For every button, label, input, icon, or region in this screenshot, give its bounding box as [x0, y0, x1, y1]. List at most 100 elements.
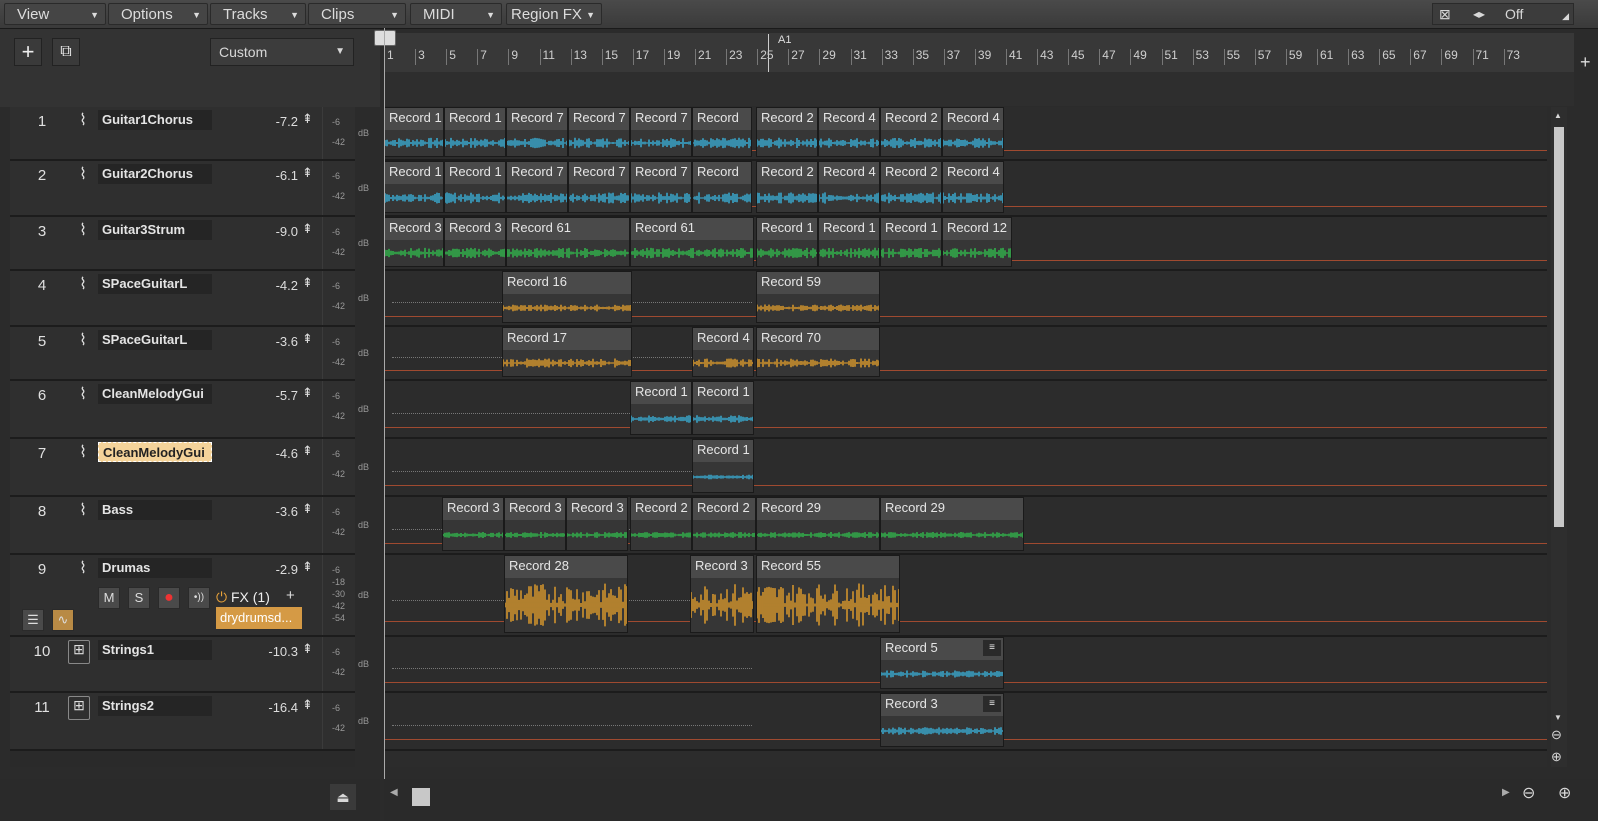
- mute-button[interactable]: M: [98, 587, 120, 609]
- audio-clip[interactable]: Record 2: [880, 161, 942, 213]
- audio-clip[interactable]: Record 16: [502, 271, 632, 323]
- audio-clip[interactable]: Record 7: [630, 107, 692, 157]
- audio-clip[interactable]: Record 2: [756, 107, 818, 157]
- volume-arrow-icon[interactable]: ⇞: [302, 501, 313, 517]
- marker-lane[interactable]: [384, 72, 1574, 106]
- now-cursor-handle[interactable]: [374, 30, 396, 46]
- track-volume[interactable]: -6.1: [254, 168, 298, 183]
- audio-clip[interactable]: Record 2: [692, 497, 756, 551]
- audio-clip[interactable]: Record 4: [942, 161, 1004, 213]
- volume-arrow-icon[interactable]: ⇞: [302, 165, 313, 181]
- record-arm-button[interactable]: ●: [158, 587, 180, 609]
- track-name-field[interactable]: Guitar1Chorus: [98, 110, 212, 130]
- track-header[interactable]: 9 ⌇ Drumas -2.9 ⇞ -6 -18 -30 -42 -54 dB M S ● •)) ⏻ FX …: [10, 555, 369, 637]
- track-name-field[interactable]: Guitar2Chorus: [98, 164, 212, 184]
- track-lane[interactable]: Record 17 Record 4 Record 70: [384, 327, 1547, 381]
- audio-clip[interactable]: Record 12: [942, 217, 1012, 267]
- waveform-icon[interactable]: ⌇: [70, 442, 96, 464]
- audio-clip[interactable]: Record: [692, 107, 752, 157]
- chevron-down-icon[interactable]: ◢: [1562, 6, 1569, 26]
- audio-clip[interactable]: Record 3: [442, 497, 504, 551]
- track-volume[interactable]: -5.7: [254, 388, 298, 403]
- midi-clip-icon[interactable]: ≡: [983, 640, 1001, 656]
- track-name-field[interactable]: Guitar3Strum: [98, 220, 212, 240]
- zoom-out-v-icon[interactable]: ⊖: [1551, 727, 1562, 743]
- audio-clip[interactable]: Record 29: [880, 497, 1024, 551]
- zoom-in-h-icon[interactable]: ⊕: [1558, 783, 1571, 803]
- horizontal-scroll-thumb[interactable]: [412, 788, 430, 806]
- duplicate-track-button[interactable]: ⧉: [52, 38, 80, 66]
- scroll-down-icon[interactable]: ▼: [1554, 713, 1562, 722]
- track-header[interactable]: 7 ⌇ CleanMelodyGui -4.6 ⇞ -6 -42 dB: [10, 439, 369, 497]
- track-view-preset[interactable]: Custom ▼: [210, 38, 354, 66]
- track-lane[interactable]: Record 28 Record 3 Record 55: [384, 555, 1547, 637]
- eject-icon[interactable]: ⏏: [330, 784, 356, 810]
- audio-clip[interactable]: Record 59: [756, 271, 880, 323]
- track-volume[interactable]: -4.6: [254, 446, 298, 461]
- horizontal-scrollbar[interactable]: ◀ ▶ ⊖ ⊕: [384, 779, 1598, 821]
- audio-clip[interactable]: Record 3 ≡: [880, 693, 1004, 747]
- zoom-in-v-icon[interactable]: ⊕: [1551, 749, 1562, 765]
- track-header[interactable]: 1 ⌇ Guitar1Chorus -7.2 ⇞ -6 -42 dB: [10, 107, 369, 161]
- time-ruler[interactable]: 1 3 5 7 9 11 13 15 17 19 21 23 25 27 29 31 33 35 37 39 41 43 4…: [384, 33, 1574, 73]
- audio-clip[interactable]: Record 1: [384, 107, 444, 157]
- audio-clip[interactable]: Record 1: [818, 217, 880, 267]
- waveform-icon[interactable]: ⌇: [70, 110, 96, 132]
- audio-clip[interactable]: Record 29: [756, 497, 880, 551]
- volume-arrow-icon[interactable]: ⇞: [302, 275, 313, 291]
- vertical-scroll-thumb[interactable]: [1554, 127, 1564, 527]
- audio-clip[interactable]: Record 61: [630, 217, 754, 267]
- audio-clip[interactable]: Record 61: [506, 217, 630, 267]
- track-lane[interactable]: Record 3 ≡: [384, 693, 1547, 751]
- volume-envelope[interactable]: [384, 485, 1547, 486]
- track-volume[interactable]: -4.2: [254, 278, 298, 293]
- track-header[interactable]: 3 ⌇ Guitar3Strum -9.0 ⇞ -6 -42 dB: [10, 217, 369, 271]
- track-lane[interactable]: Record 5 ≡: [384, 637, 1547, 693]
- audio-clip[interactable]: Record 7: [506, 161, 568, 213]
- waveform-icon[interactable]: ⌇: [70, 164, 96, 186]
- audio-clip[interactable]: Record 3: [384, 217, 444, 267]
- audio-clip[interactable]: Record 1: [444, 107, 506, 157]
- volume-arrow-icon[interactable]: ⇞: [302, 443, 313, 459]
- menu-clips[interactable]: Clips ▼: [308, 3, 406, 25]
- vertical-scrollbar[interactable]: ▲ ▼ ⊖ ⊕: [1551, 107, 1567, 767]
- track-volume[interactable]: -3.6: [254, 334, 298, 349]
- track-name-field[interactable]: CleanMelodyGui: [98, 384, 212, 404]
- track-name-field[interactable]: Strings1: [98, 640, 212, 660]
- track-name-field[interactable]: Bass: [98, 500, 212, 520]
- marker-a1[interactable]: A1: [778, 34, 791, 46]
- audio-clip[interactable]: Record 1: [630, 381, 692, 435]
- track-volume[interactable]: -16.4: [254, 700, 298, 715]
- track-volume[interactable]: -10.3: [254, 644, 298, 659]
- menu-options[interactable]: Options ▼: [108, 3, 208, 25]
- audio-clip[interactable]: Record 2: [756, 161, 818, 213]
- midi-clip-icon[interactable]: ≡: [983, 696, 1001, 712]
- audio-clip[interactable]: Record 4: [942, 107, 1004, 157]
- add-track-button[interactable]: +: [14, 38, 42, 66]
- waveform-icon[interactable]: ⌇: [70, 384, 96, 406]
- scroll-right-icon[interactable]: ▶: [1502, 787, 1510, 798]
- track-name-field[interactable]: Drumas: [98, 558, 212, 578]
- audio-clip[interactable]: Record 4: [818, 107, 880, 157]
- audio-clip[interactable]: Record 3: [504, 497, 566, 551]
- menu-view[interactable]: View ▼: [4, 3, 106, 25]
- track-header[interactable]: 6 ⌇ CleanMelodyGui -5.7 ⇞ -6 -42 dB: [10, 381, 369, 439]
- snap-mode-icon[interactable]: ◂▸: [1473, 4, 1485, 24]
- audio-clip[interactable]: Record 28: [504, 555, 628, 633]
- instrument-icon[interactable]: ⊞: [68, 696, 90, 720]
- audio-clip[interactable]: Record 4: [818, 161, 880, 213]
- waveform-icon[interactable]: ⌇: [70, 220, 96, 242]
- volume-arrow-icon[interactable]: ⇞: [302, 331, 313, 347]
- audio-clip[interactable]: Record 70: [756, 327, 880, 377]
- audio-clip[interactable]: Record 3: [444, 217, 506, 267]
- track-volume[interactable]: -3.6: [254, 504, 298, 519]
- audio-clip[interactable]: Record 3: [566, 497, 628, 551]
- volume-arrow-icon[interactable]: ⇞: [302, 111, 313, 127]
- add-lane-button[interactable]: +: [1580, 52, 1591, 73]
- audio-clip[interactable]: Record 7: [568, 161, 630, 213]
- track-name-field[interactable]: CleanMelodyGui: [98, 442, 212, 462]
- audio-clip[interactable]: Record 1: [384, 161, 444, 213]
- audio-clip[interactable]: Record 1: [692, 439, 754, 493]
- volume-envelope[interactable]: [384, 427, 1547, 428]
- audio-clip[interactable]: Record 1: [692, 381, 754, 435]
